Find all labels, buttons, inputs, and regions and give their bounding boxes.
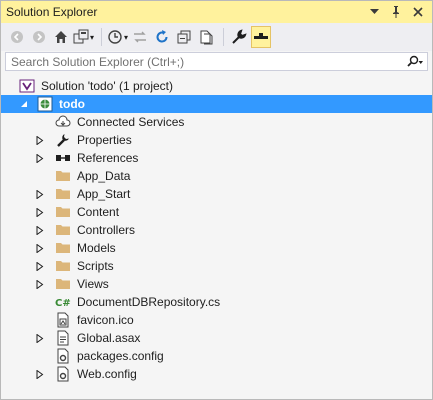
tree-node[interactable]: Web.config — [1, 365, 432, 383]
folder-icon — [55, 276, 71, 292]
config-file-icon — [55, 366, 71, 382]
csharp-file-icon: C# — [55, 294, 71, 310]
sync-with-active-document-button[interactable] — [130, 26, 150, 48]
search-icon[interactable] — [403, 55, 427, 69]
tree-node-label: Controllers — [77, 223, 136, 237]
tree-node[interactable]: Properties — [1, 131, 432, 149]
panel-title: Solution Explorer — [6, 5, 98, 19]
forward-button[interactable] — [29, 26, 49, 48]
window-position-dropdown-icon[interactable] — [368, 6, 380, 18]
svg-text:C#: C# — [55, 298, 71, 309]
web-project-icon — [37, 96, 53, 112]
toolbar: ▾ ▾ — [1, 23, 432, 51]
expand-arrow-icon[interactable] — [35, 207, 45, 217]
tree-node[interactable]: Views — [1, 275, 432, 293]
expand-arrow-icon[interactable] — [35, 153, 45, 163]
pin-icon[interactable] — [390, 6, 402, 18]
tree-node-label: Connected Services — [77, 115, 185, 129]
tree-node-label: Views — [77, 277, 109, 291]
expand-arrow-icon[interactable] — [35, 189, 45, 199]
tree-node-label: References — [77, 151, 139, 165]
tree-node[interactable]: C# DocumentDBRepository.cs — [1, 293, 432, 311]
search-input[interactable]: Search Solution Explorer (Ctrl+;) — [6, 55, 403, 69]
tree-node-label: Global.asax — [77, 331, 141, 345]
expand-arrow-icon[interactable] — [35, 369, 45, 379]
expand-arrow-icon[interactable] — [35, 279, 45, 289]
vs-solution-icon — [19, 78, 35, 94]
tree-node-label: Web.config — [77, 367, 137, 381]
toolbar-separator — [101, 28, 103, 46]
expand-arrow-icon[interactable] — [35, 225, 45, 235]
folder-icon — [55, 168, 71, 184]
solution-tree: Solution 'todo' (1 project) todo Connect… — [1, 77, 432, 383]
tree-node[interactable]: Global.asax — [1, 329, 432, 347]
tree-node-label: Content — [77, 205, 120, 219]
tree-node-label: Models — [77, 241, 116, 255]
folder-icon — [55, 204, 71, 220]
solution-label: Solution 'todo' (1 project) — [41, 79, 173, 93]
tree-node[interactable]: App_Start — [1, 185, 432, 203]
tree-node[interactable]: Connected Services — [1, 113, 432, 131]
chevron-down-icon[interactable]: ▾ — [90, 33, 94, 42]
tree-node-label: App_Data — [77, 169, 131, 183]
tree-node[interactable]: packages.config — [1, 347, 432, 365]
title-controls — [368, 6, 432, 18]
tree-node[interactable]: favicon.ico — [1, 311, 432, 329]
tree-node[interactable]: Controllers — [1, 221, 432, 239]
refresh-button[interactable] — [152, 26, 172, 48]
toolbar-separator — [223, 28, 225, 46]
expand-arrow-icon[interactable] — [35, 243, 45, 253]
folder-icon — [55, 186, 71, 202]
back-button[interactable] — [7, 26, 27, 48]
tree-node-label: DocumentDBRepository.cs — [77, 295, 221, 309]
tree-node[interactable]: Content — [1, 203, 432, 221]
tree-node[interactable]: Models — [1, 239, 432, 257]
tree-node[interactable]: App_Data — [1, 167, 432, 185]
tree-node[interactable]: References — [1, 149, 432, 167]
tree-node[interactable]: Scripts — [1, 257, 432, 275]
config-file-icon — [55, 348, 71, 364]
folder-icon — [55, 222, 71, 238]
project-items: Connected Services Properties References Ap… — [1, 113, 432, 383]
search-box[interactable]: Search Solution Explorer (Ctrl+;) — [5, 52, 428, 71]
project-label: todo — [59, 97, 85, 111]
references-icon — [55, 150, 71, 166]
tree-node-label: Properties — [77, 133, 132, 147]
expand-arrow-icon[interactable] — [35, 333, 45, 343]
home-button[interactable] — [51, 26, 71, 48]
tree-node-label: App_Start — [77, 187, 131, 201]
tree-node-label: Scripts — [77, 259, 114, 273]
ico-file-icon — [55, 312, 71, 328]
show-all-files-button[interactable] — [196, 26, 216, 48]
tree-node-label: packages.config — [77, 349, 164, 363]
chevron-down-icon[interactable]: ▾ — [124, 33, 128, 42]
tree-node-label: favicon.ico — [77, 313, 134, 327]
preview-selected-items-button[interactable] — [251, 26, 272, 48]
switch-views-button[interactable]: ▾ — [73, 26, 94, 48]
solution-explorer-panel: Solution Explorer ▾ ▾ Search Solution Ex… — [0, 0, 433, 400]
expand-arrow-icon[interactable] — [35, 261, 45, 271]
close-icon[interactable] — [412, 6, 424, 18]
cloud-icon — [55, 114, 71, 130]
folder-icon — [55, 258, 71, 274]
properties-button[interactable] — [229, 26, 249, 48]
expand-arrow-icon[interactable] — [35, 135, 45, 145]
panel-title-bar: Solution Explorer — [1, 1, 432, 23]
pending-changes-filter-button[interactable]: ▾ — [107, 26, 128, 48]
collapse-all-button[interactable] — [174, 26, 194, 48]
asax-file-icon — [55, 330, 71, 346]
collapse-arrow-icon[interactable] — [19, 99, 29, 109]
tree-node-project[interactable]: todo — [1, 95, 432, 113]
tree-node-solution[interactable]: Solution 'todo' (1 project) — [1, 77, 432, 95]
wrench-icon — [55, 132, 71, 148]
folder-icon — [55, 240, 71, 256]
